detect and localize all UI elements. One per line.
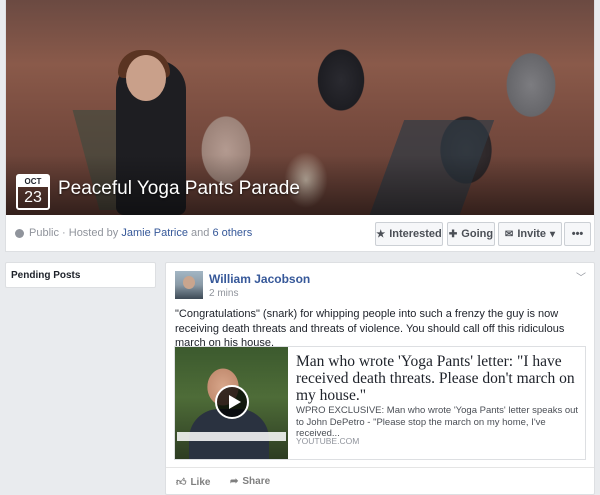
chevron-down-icon: ▾ [550, 228, 556, 240]
like-label: Like [190, 476, 211, 488]
share-label: Share [242, 476, 271, 487]
more-label: ••• [571, 228, 584, 240]
star-icon: ★ [376, 228, 386, 240]
hosted-by-prefix: · Hosted by [62, 227, 119, 239]
play-icon[interactable] [215, 385, 249, 419]
share-arrow-icon: ➦ [230, 476, 239, 487]
link-preview[interactable]: Man who wrote 'Yoga Pants' letter: "I ha… [174, 346, 586, 460]
post-actions-bar: 👍︎ Like ➦ Share [166, 467, 594, 495]
interested-button[interactable]: ★ Interested [375, 222, 443, 246]
event-title: Peaceful Yoga Pants Parade [58, 178, 300, 199]
more-options-button[interactable]: ••• [564, 222, 591, 246]
event-date-day: 23 [24, 189, 42, 206]
going-button[interactable]: ✚ Going [447, 222, 495, 246]
thumbnail-decoration [177, 432, 286, 441]
event-date-month: OCT [18, 176, 48, 187]
pending-posts-label: Pending Posts [11, 270, 81, 281]
like-button[interactable]: 👍︎ Like [176, 476, 211, 489]
privacy-label: Public [29, 227, 59, 239]
post-card: William Jacobson 2 mins ﹀ "Congratulatio… [165, 262, 595, 495]
cover-decoration [126, 55, 166, 101]
invite-button[interactable]: ✉ Invite ▾ [498, 222, 562, 246]
envelope-icon: ✉ [504, 228, 514, 240]
post-author[interactable]: William Jacobson [209, 272, 310, 286]
post-timestamp[interactable]: 2 mins [209, 288, 238, 299]
link-domain: YOUTUBE.COM [296, 436, 360, 446]
event-header-card: OCT 23 Peaceful Yoga Pants Parade Public… [5, 0, 595, 252]
globe-icon [15, 229, 24, 238]
video-thumbnail[interactable] [175, 347, 288, 459]
invite-label: Invite [517, 228, 547, 240]
interested-label: Interested [389, 228, 442, 240]
share-button[interactable]: ➦ Share [230, 476, 270, 487]
others-link[interactable]: 6 others [212, 227, 252, 239]
event-cover-photo[interactable]: OCT 23 Peaceful Yoga Pants Parade [6, 0, 594, 215]
event-host-info: Public · Hosted by Jamie Patrice and 6 o… [29, 227, 252, 239]
link-description: WPRO EXCLUSIVE: Man who wrote 'Yoga Pant… [296, 405, 579, 439]
event-date-badge: OCT 23 [16, 174, 50, 210]
avatar[interactable] [175, 271, 203, 299]
and-text: and [191, 227, 210, 239]
event-info-row: Public · Hosted by Jamie Patrice and 6 o… [6, 219, 594, 249]
chevron-down-icon[interactable]: ﹀ [576, 269, 586, 284]
link-title[interactable]: Man who wrote 'Yoga Pants' letter: "I ha… [296, 353, 581, 404]
pending-posts-panel[interactable]: Pending Posts [5, 262, 156, 288]
post-text: "Congratulations" (snark) for whipping p… [175, 308, 565, 349]
going-label: Going [461, 228, 494, 240]
host-link[interactable]: Jamie Patrice [121, 227, 188, 239]
plus-icon: ✚ [448, 228, 458, 240]
thumbs-up-icon: 👍︎ [176, 477, 187, 488]
